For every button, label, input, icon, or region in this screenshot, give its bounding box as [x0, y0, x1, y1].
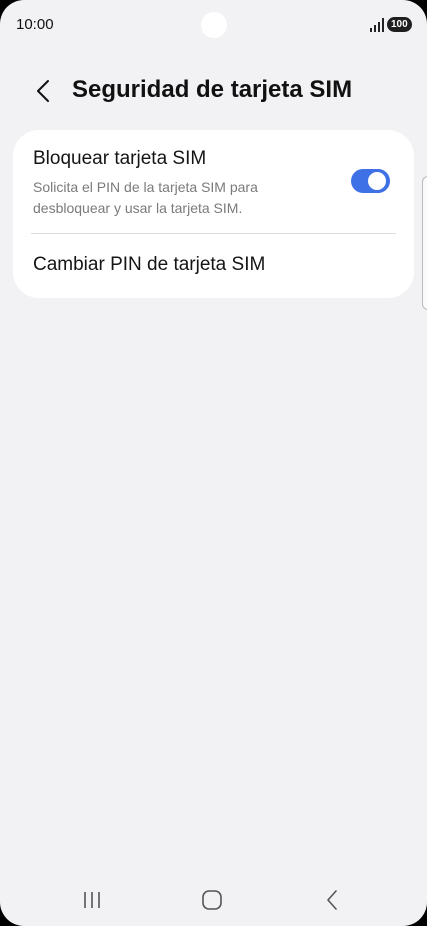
lock-sim-description: Solicita el PIN de la tarjeta SIM para d… [33, 179, 258, 216]
lock-sim-title: Bloquear tarjeta SIM [33, 148, 207, 169]
nav-back-button[interactable] [312, 880, 352, 920]
home-button[interactable] [192, 880, 232, 920]
recents-icon [84, 892, 100, 908]
lock-sim-row[interactable]: Bloquear tarjeta SIM Solicita el PIN de … [13, 130, 414, 233]
signal-bars-icon [370, 18, 384, 32]
settings-card: Bloquear tarjeta SIM Solicita el PIN de … [13, 130, 414, 298]
toggle-knob [368, 172, 386, 190]
status-time: 10:00 [16, 16, 54, 33]
chevron-left-icon [37, 80, 49, 102]
page-title: Seguridad de tarjeta SIM [72, 76, 353, 103]
lock-sim-toggle[interactable] [351, 169, 390, 193]
phone-screen: 10:00 100 Seguridad de tarjeta SIM Bloqu… [0, 0, 427, 926]
back-icon [327, 890, 337, 910]
change-pin-row[interactable]: Cambiar PIN de tarjeta SIM [13, 234, 414, 298]
edge-panel-handle[interactable] [422, 176, 427, 310]
recents-button[interactable] [72, 880, 112, 920]
front-camera-cutout [201, 12, 227, 38]
battery-indicator: 100 [387, 17, 412, 32]
change-pin-title: Cambiar PIN de tarjeta SIM [33, 254, 266, 275]
home-icon [202, 890, 222, 910]
back-button[interactable] [26, 74, 60, 108]
